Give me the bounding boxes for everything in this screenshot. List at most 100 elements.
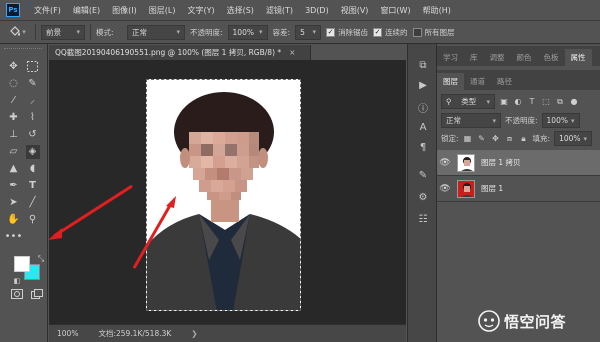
clone-stamp-tool-icon[interactable]: ⊥ <box>7 128 21 142</box>
pen-tool-icon[interactable]: ✒ <box>7 179 21 193</box>
right-panels: 学习 库 调整 颜色 色板 属性 图层 通道 路径 ⚲ 类型 ▣ ◐ T ⬚ ⧉… <box>437 44 600 342</box>
blur-tool-icon[interactable]: ▲ <box>7 162 21 176</box>
history-panel-icon[interactable]: ⧉ <box>416 58 430 72</box>
menu-type[interactable]: 文字(Y) <box>181 5 220 16</box>
tools-panel-grip[interactable] <box>4 48 42 53</box>
filter-search-icon: ⚲ <box>446 97 454 106</box>
paint-bucket-tool-icon[interactable]: ◈ <box>25 144 40 159</box>
dodge-tool-icon[interactable]: ◖ <box>26 162 40 176</box>
tab-adjustments[interactable]: 调整 <box>484 49 511 66</box>
menu-select[interactable]: 选择(S) <box>221 5 260 16</box>
character-panel-icon[interactable]: A <box>416 120 430 134</box>
line-tool-icon[interactable]: ╱ <box>26 196 40 210</box>
layer-name[interactable]: 图层 1 拷贝 <box>481 157 521 168</box>
status-arrow-icon[interactable]: ❯ <box>191 329 197 338</box>
paragraph-panel-icon[interactable]: ¶ <box>416 140 430 154</box>
filter-type-icon[interactable]: T <box>527 97 537 107</box>
brush-settings-icon[interactable]: ✎ <box>416 168 430 182</box>
antialias-option[interactable]: ✓ 消除锯齿 <box>326 27 368 38</box>
fill-source-dropdown[interactable]: 前景 <box>41 24 85 40</box>
marquee-tool-icon[interactable] <box>26 60 40 74</box>
menu-filter[interactable]: 滤镜(T) <box>260 5 299 16</box>
eraser-tool-icon[interactable]: ▱ <box>7 145 21 159</box>
lock-artboard-icon[interactable]: ⧈ <box>505 134 515 144</box>
document-tab[interactable]: QQ截图20190406190551.png @ 100% (图层 1 拷贝, … <box>49 45 311 60</box>
zoom-level[interactable]: 100% <box>57 329 78 338</box>
menu-image[interactable]: 图像(I) <box>106 5 143 16</box>
options-separator <box>90 24 91 40</box>
visibility-eye-icon[interactable]: 👁︎ <box>437 184 453 194</box>
tab-libraries[interactable]: 库 <box>464 49 484 66</box>
menu-edit[interactable]: 编辑(E) <box>67 5 106 16</box>
lock-pixels-icon[interactable]: ✎ <box>477 134 487 144</box>
menu-layer[interactable]: 图层(L) <box>143 5 182 16</box>
path-selection-tool-icon[interactable]: ➤ <box>7 196 21 210</box>
tab-properties[interactable]: 属性 <box>564 49 592 66</box>
fill-field[interactable]: 100% <box>554 131 593 146</box>
contiguous-checkbox[interactable]: ✓ <box>373 27 383 37</box>
menu-view[interactable]: 视图(V) <box>335 5 375 16</box>
magic-wand-tool-icon[interactable]: ⁄ <box>7 94 21 108</box>
menu-3d[interactable]: 3D(D) <box>299 6 335 15</box>
zoom-tool-icon[interactable]: ⚲ <box>26 213 40 227</box>
actions-play-icon[interactable]: ▶ <box>416 78 430 92</box>
layer-row[interactable]: 👁︎ 图层 1 <box>437 176 600 202</box>
hand-tool-icon[interactable]: ✋ <box>7 213 21 227</box>
options-bar: ▾ 前景 模式: 正常 不透明度: 100% 容差: 5 ✓ 消除锯齿 ✓ 连续… <box>0 20 600 44</box>
all-layers-checkbox[interactable] <box>412 27 422 37</box>
blend-mode-dropdown[interactable]: 正常 <box>441 113 501 128</box>
paint-bucket-icon[interactable]: ▾ <box>4 25 30 39</box>
lock-transparent-icon[interactable]: ▦ <box>463 134 473 144</box>
filter-toggle-icon[interactable]: ● <box>569 97 579 107</box>
close-tab-icon[interactable]: × <box>289 48 295 57</box>
tab-learn[interactable]: 学习 <box>437 49 464 66</box>
healing-brush-tool-icon[interactable]: ✚ <box>7 111 21 125</box>
menu-file[interactable]: 文件(F) <box>28 5 67 16</box>
menu-help[interactable]: 帮助(H) <box>417 5 457 16</box>
foreground-color-swatch[interactable] <box>14 256 30 272</box>
history-brush-tool-icon[interactable]: ↺ <box>26 128 40 142</box>
all-layers-option[interactable]: 所有图层 <box>412 27 455 38</box>
contiguous-option[interactable]: ✓ 连续的 <box>373 27 408 38</box>
default-colors-icon[interactable]: ◧ <box>10 274 24 288</box>
filter-pixel-icon[interactable]: ▣ <box>499 97 509 107</box>
tab-channels[interactable]: 通道 <box>464 73 491 90</box>
filter-smart-object-icon[interactable]: ⧉ <box>555 97 565 107</box>
type-tool-icon[interactable]: T <box>26 179 40 193</box>
document-tab-title: QQ截图20190406190551.png @ 100% (图层 1 拷贝, … <box>55 48 282 57</box>
quick-mask-icon[interactable] <box>10 287 24 301</box>
tolerance-field[interactable]: 5 <box>295 24 322 40</box>
visibility-eye-icon[interactable]: 👁︎ <box>437 158 453 168</box>
layer-opacity-field[interactable]: 100% <box>541 113 580 128</box>
layer-row[interactable]: 👁︎ 图层 1 拷贝 <box>437 150 600 176</box>
lock-all-icon[interactable]: 🔒︎ <box>519 134 529 144</box>
tab-color[interactable]: 颜色 <box>511 49 538 66</box>
filter-shape-icon[interactable]: ⬚ <box>541 97 551 107</box>
adjustments-panel-icon[interactable]: ☷ <box>416 212 430 226</box>
filter-adjustment-icon[interactable]: ◐ <box>513 97 523 107</box>
menu-window[interactable]: 窗口(W) <box>374 5 416 16</box>
properties-panel-icon[interactable]: ⚙ <box>416 190 430 204</box>
tab-swatches[interactable]: 色板 <box>538 49 565 66</box>
antialias-checkbox[interactable]: ✓ <box>326 27 336 37</box>
move-tool-icon[interactable]: ✥ <box>7 60 21 74</box>
filter-kind-dropdown[interactable]: ⚲ 类型 <box>441 94 495 109</box>
info-panel-icon[interactable]: ⓘ <box>416 100 430 115</box>
layer-opacity-label: 不透明度: <box>505 116 538 125</box>
brush-tool-icon[interactable]: ⌇ <box>26 111 40 125</box>
screen-mode-icon[interactable] <box>30 287 44 301</box>
mode-dropdown[interactable]: 正常 <box>127 24 185 40</box>
quick-selection-tool-icon[interactable]: ✎ <box>26 77 40 91</box>
lasso-tool-icon[interactable]: ◌ <box>7 77 21 91</box>
tab-layers[interactable]: 图层 <box>437 73 464 90</box>
tab-paths[interactable]: 路径 <box>491 73 518 90</box>
more-tools-icon[interactable]: ••• <box>5 230 23 244</box>
wukong-logo-icon <box>478 310 500 332</box>
layer-thumbnail <box>457 179 475 198</box>
layer-name[interactable]: 图层 1 <box>481 183 503 194</box>
portrait-photo[interactable] <box>146 79 301 311</box>
opacity-field[interactable]: 100% <box>227 24 268 40</box>
lock-position-icon[interactable]: ✥ <box>491 134 501 144</box>
menu-bar: Ps 文件(F) 编辑(E) 图像(I) 图层(L) 文字(Y) 选择(S) 滤… <box>0 0 600 20</box>
eyedropper-tool-icon[interactable]: ⸝ <box>26 94 40 108</box>
